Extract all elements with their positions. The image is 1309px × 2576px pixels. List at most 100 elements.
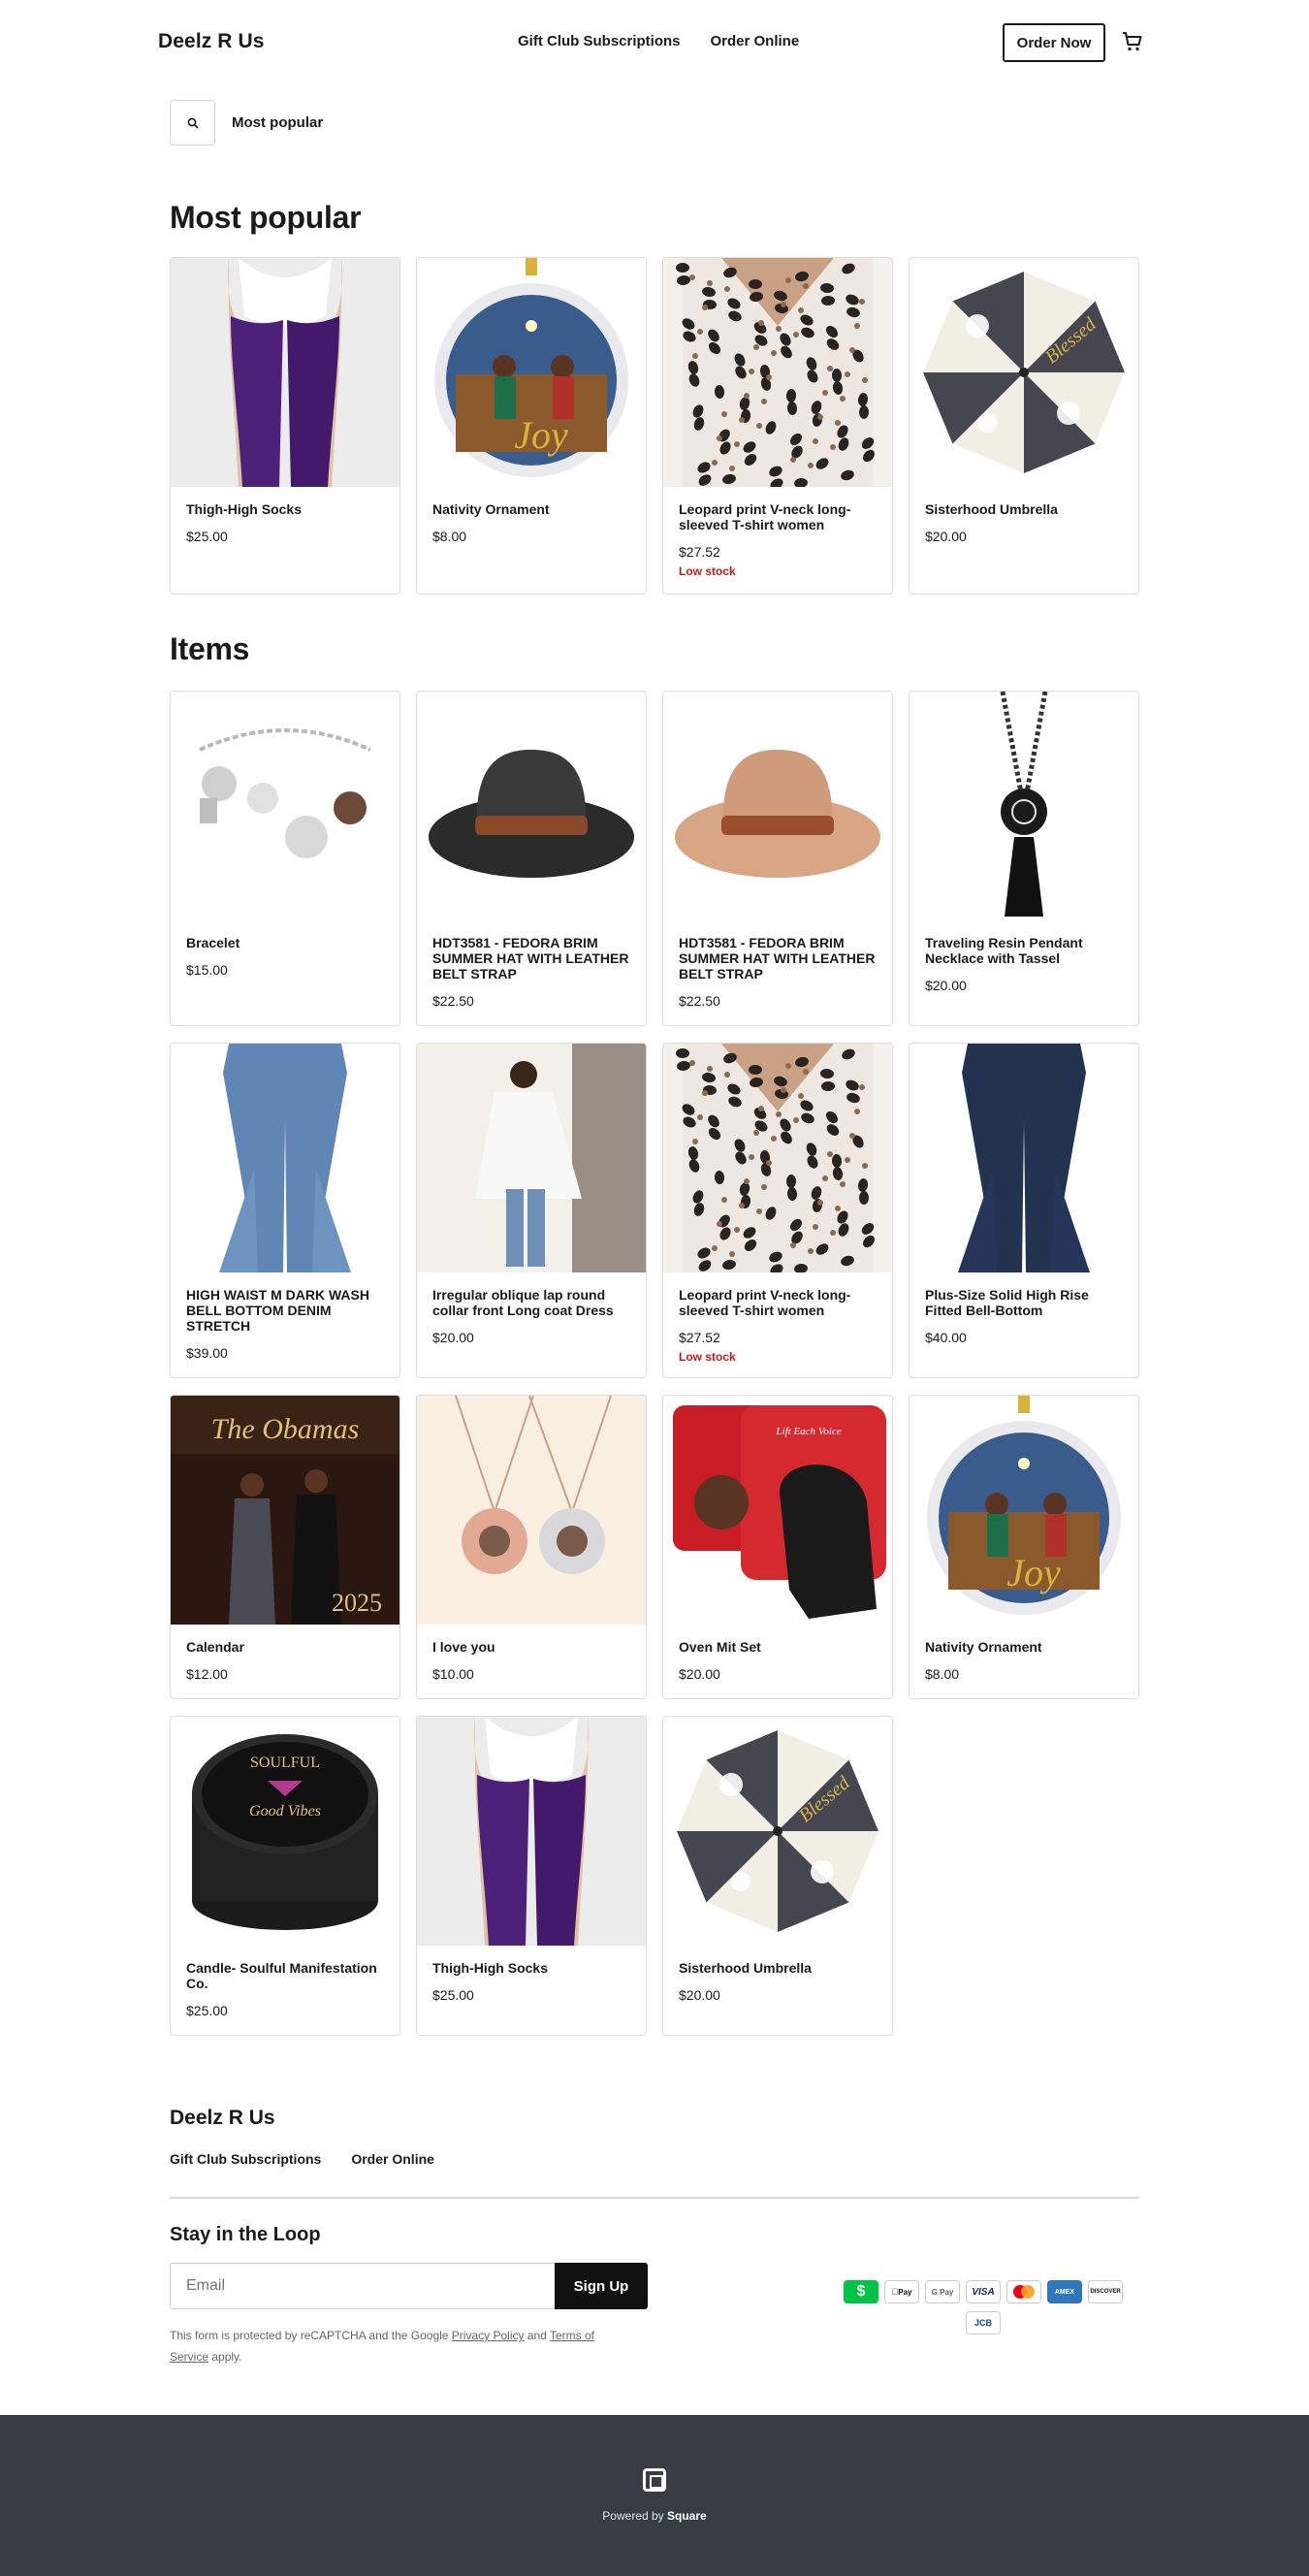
product-name[interactable]: Plus-Size Solid High Rise Fitted Bell-Bo… (925, 1287, 1123, 1318)
product-price: $40.00 (925, 1330, 967, 1345)
product-card[interactable]: Joy Nativity Ornament $8.00 (416, 257, 647, 595)
svg-text:Joy: Joy (1006, 1551, 1061, 1594)
main-nav: Gift Club Subscriptions Order Online (518, 33, 799, 49)
product-card[interactable]: SOULFUL Good Vibes Candle- Soulful Manifes… (170, 1716, 400, 2036)
product-card[interactable]: Irregular oblique lap round collar front… (416, 1043, 647, 1378)
product-card[interactable]: The Obamas 2025 Calendar $12.00 (170, 1395, 400, 1699)
product-card[interactable]: Thigh-High Socks $25.00 (416, 1716, 647, 2036)
product-image[interactable]: Joy (910, 1396, 1138, 1625)
product-price: $20.00 (679, 1987, 720, 2003)
footer-brand[interactable]: Deelz R Us (170, 2107, 275, 2130)
product-name[interactable]: HDT3581 - FEDORA BRIM SUMMER HAT WITH LE… (432, 935, 630, 982)
powered-by-text: Powered by Square (602, 2509, 707, 2523)
privacy-policy-link[interactable]: Privacy Policy (452, 2329, 525, 2342)
product-price: $39.00 (186, 1345, 228, 1361)
product-card[interactable]: Blessed Sisterhood Umbrella $20.00 (909, 257, 1139, 595)
footer-divider (170, 2197, 1139, 2199)
product-name[interactable]: Traveling Resin Pendant Necklace with Ta… (925, 935, 1123, 966)
popular-heading: Most popular (170, 200, 362, 235)
order-now-button[interactable]: Order Now (1003, 23, 1105, 62)
product-name[interactable]: HDT3581 - FEDORA BRIM SUMMER HAT WITH LE… (679, 935, 877, 982)
product-image[interactable] (663, 692, 892, 920)
cart-icon[interactable] (1121, 30, 1144, 53)
product-image[interactable]: The Obamas 2025 (171, 1396, 399, 1625)
product-card[interactable]: Bracelet $15.00 (170, 691, 400, 1026)
product-card[interactable]: Traveling Resin Pendant Necklace with Ta… (909, 691, 1139, 1026)
product-price: $12.00 (186, 1666, 228, 1682)
footer-nav-gift-club[interactable]: Gift Club Subscriptions (170, 2151, 321, 2167)
nav-gift-club[interactable]: Gift Club Subscriptions (518, 33, 681, 49)
product-image[interactable] (171, 258, 399, 487)
product-image[interactable] (171, 692, 399, 920)
product-card[interactable]: Joy Nativity Ornament $8.00 (909, 1395, 1139, 1699)
product-card[interactable]: Thigh-High Socks $25.00 (170, 257, 400, 595)
product-price: $8.00 (925, 1666, 960, 1682)
product-image[interactable]: Lift Each Voice (663, 1396, 892, 1625)
product-price: $25.00 (186, 2003, 228, 2018)
product-name[interactable]: Sisterhood Umbrella (679, 1960, 877, 1976)
discover-icon: DISCOVER (1088, 2280, 1123, 2303)
product-image[interactable] (663, 1044, 892, 1272)
product-card[interactable]: Leopard print V-neck long-sleeved T-shir… (662, 257, 893, 595)
product-image[interactable] (417, 1717, 646, 1946)
product-image[interactable]: Blessed (663, 1717, 892, 1946)
square-logo-icon[interactable] (643, 2468, 666, 2492)
amex-icon: AMEX (1047, 2280, 1082, 2303)
product-name[interactable]: Leopard print V-neck long-sleeved T-shir… (679, 1287, 877, 1318)
product-price: $25.00 (432, 1987, 474, 2003)
product-name[interactable]: Thigh-High Socks (186, 501, 384, 517)
product-name[interactable]: Leopard print V-neck long-sleeved T-shir… (679, 501, 877, 532)
product-name[interactable]: Calendar (186, 1639, 384, 1655)
product-price: $10.00 (432, 1666, 474, 1682)
product-image[interactable] (663, 258, 892, 487)
mastercard-icon (1006, 2280, 1041, 2303)
sign-up-button[interactable]: Sign Up (555, 2263, 648, 2309)
product-image[interactable] (910, 692, 1138, 920)
product-image[interactable] (910, 1044, 1138, 1272)
product-image[interactable] (417, 692, 646, 920)
visa-icon: VISA (966, 2280, 1001, 2303)
product-card[interactable]: Leopard print V-neck long-sleeved T-shir… (662, 1043, 893, 1378)
product-image[interactable] (417, 1396, 646, 1625)
recaptcha-notice: This form is protected by reCAPTCHA and … (170, 2329, 594, 2364)
product-name[interactable]: HIGH WAIST M DARK WASH BELL BOTTOM DENIM… (186, 1287, 384, 1334)
nav-order-online[interactable]: Order Online (711, 33, 800, 49)
site-header: Deelz R Us Gift Club Subscriptions Order… (0, 0, 1309, 85)
product-name[interactable]: Irregular oblique lap round collar front… (432, 1287, 630, 1318)
product-price: $20.00 (925, 978, 967, 993)
svg-text:Lift Each Voice: Lift Each Voice (775, 1426, 841, 1437)
email-input[interactable] (170, 2263, 555, 2309)
low-stock-badge: Low stock (679, 564, 736, 578)
product-card[interactable]: Blessed Sisterhood Umbrella $20.00 (662, 1716, 893, 2036)
svg-text:Joy: Joy (514, 413, 568, 457)
apple-pay-icon: Pay (884, 2280, 919, 2303)
product-name[interactable]: Candle- Soulful Manifestation Co. (186, 1960, 384, 1991)
product-name[interactable]: Oven Mit Set (679, 1639, 877, 1655)
newsletter-title: Stay in the Loop (170, 2224, 321, 2245)
product-price: $20.00 (925, 529, 967, 544)
product-name[interactable]: Thigh-High Socks (432, 1960, 630, 1976)
product-image[interactable] (171, 1044, 399, 1272)
product-image[interactable] (417, 1044, 646, 1272)
product-image[interactable]: SOULFUL Good Vibes (171, 1717, 399, 1946)
product-name[interactable]: Nativity Ornament (432, 501, 630, 517)
footer-nav-order-online[interactable]: Order Online (351, 2151, 434, 2167)
search-button[interactable] (170, 100, 215, 145)
product-card[interactable]: HIGH WAIST M DARK WASH BELL BOTTOM DENIM… (170, 1043, 400, 1378)
svg-text:2025: 2025 (332, 1589, 382, 1617)
jcb-icon: JCB (966, 2311, 1001, 2334)
product-card[interactable]: I love you $10.00 (416, 1395, 647, 1699)
product-price: $20.00 (679, 1666, 720, 1682)
product-image[interactable]: Blessed (910, 258, 1138, 487)
product-image[interactable]: Joy (417, 258, 646, 487)
product-name[interactable]: Nativity Ornament (925, 1639, 1123, 1655)
product-card[interactable]: HDT3581 - FEDORA BRIM SUMMER HAT WITH LE… (416, 691, 647, 1026)
product-name[interactable]: I love you (432, 1639, 630, 1655)
product-name[interactable]: Sisterhood Umbrella (925, 501, 1123, 517)
product-card[interactable]: Lift Each Voice Oven Mit Set $20.00 (662, 1395, 893, 1699)
product-price: $22.50 (432, 993, 474, 1009)
product-card[interactable]: HDT3581 - FEDORA BRIM SUMMER HAT WITH LE… (662, 691, 893, 1026)
product-card[interactable]: Plus-Size Solid High Rise Fitted Bell-Bo… (909, 1043, 1139, 1378)
product-name[interactable]: Bracelet (186, 935, 384, 950)
brand-logo[interactable]: Deelz R Us (158, 30, 265, 53)
